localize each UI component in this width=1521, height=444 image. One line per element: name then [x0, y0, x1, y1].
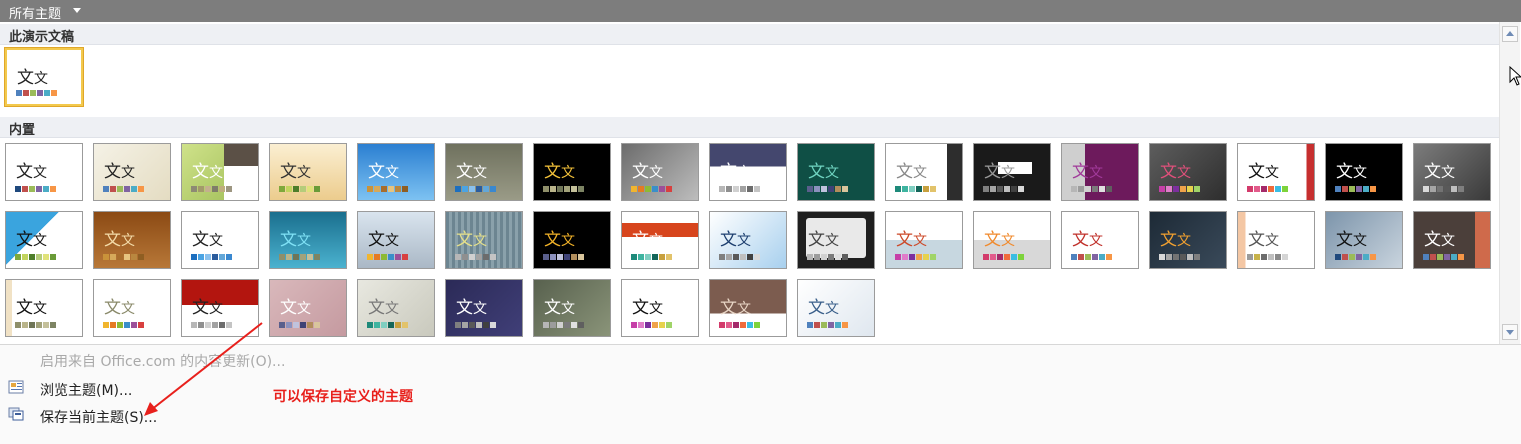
annotation-arrow-icon	[144, 322, 263, 416]
